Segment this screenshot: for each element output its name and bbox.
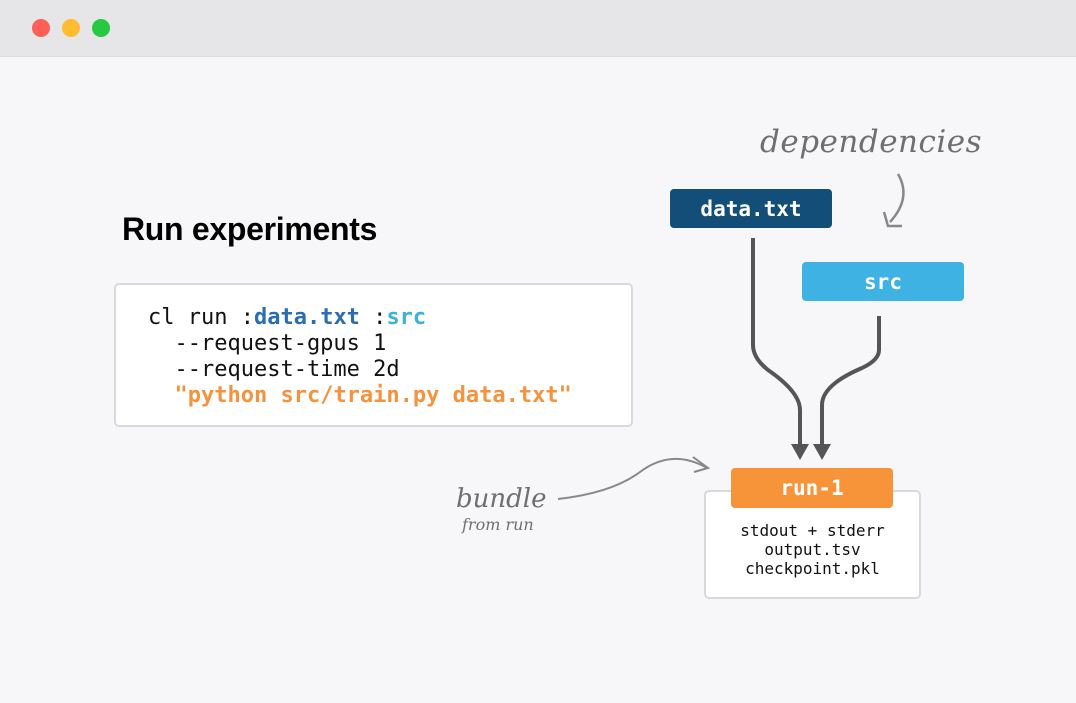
run-bundle-node: run-1 [731,468,893,508]
output-file-tsv: output.tsv [764,540,861,559]
output-file-stdout: stdout + stderr [740,521,885,540]
data-bundle-node: data.txt [670,189,832,228]
output-file-checkpoint: checkpoint.pkl [745,559,880,578]
src-to-run-arrowhead [813,444,831,460]
dependencies-pointer-arrow [889,173,905,223]
data-to-run-arrowhead [791,444,809,460]
data-to-run-arrow [751,238,802,446]
bundle-label: bundle [456,484,547,514]
bundle-sublabel: from run [462,515,534,534]
bundle-pointer-arrow [557,457,708,500]
dependencies-label: dependencies [760,124,983,160]
src-bundle-node: src [802,262,964,301]
src-to-run-arrow [820,316,881,446]
